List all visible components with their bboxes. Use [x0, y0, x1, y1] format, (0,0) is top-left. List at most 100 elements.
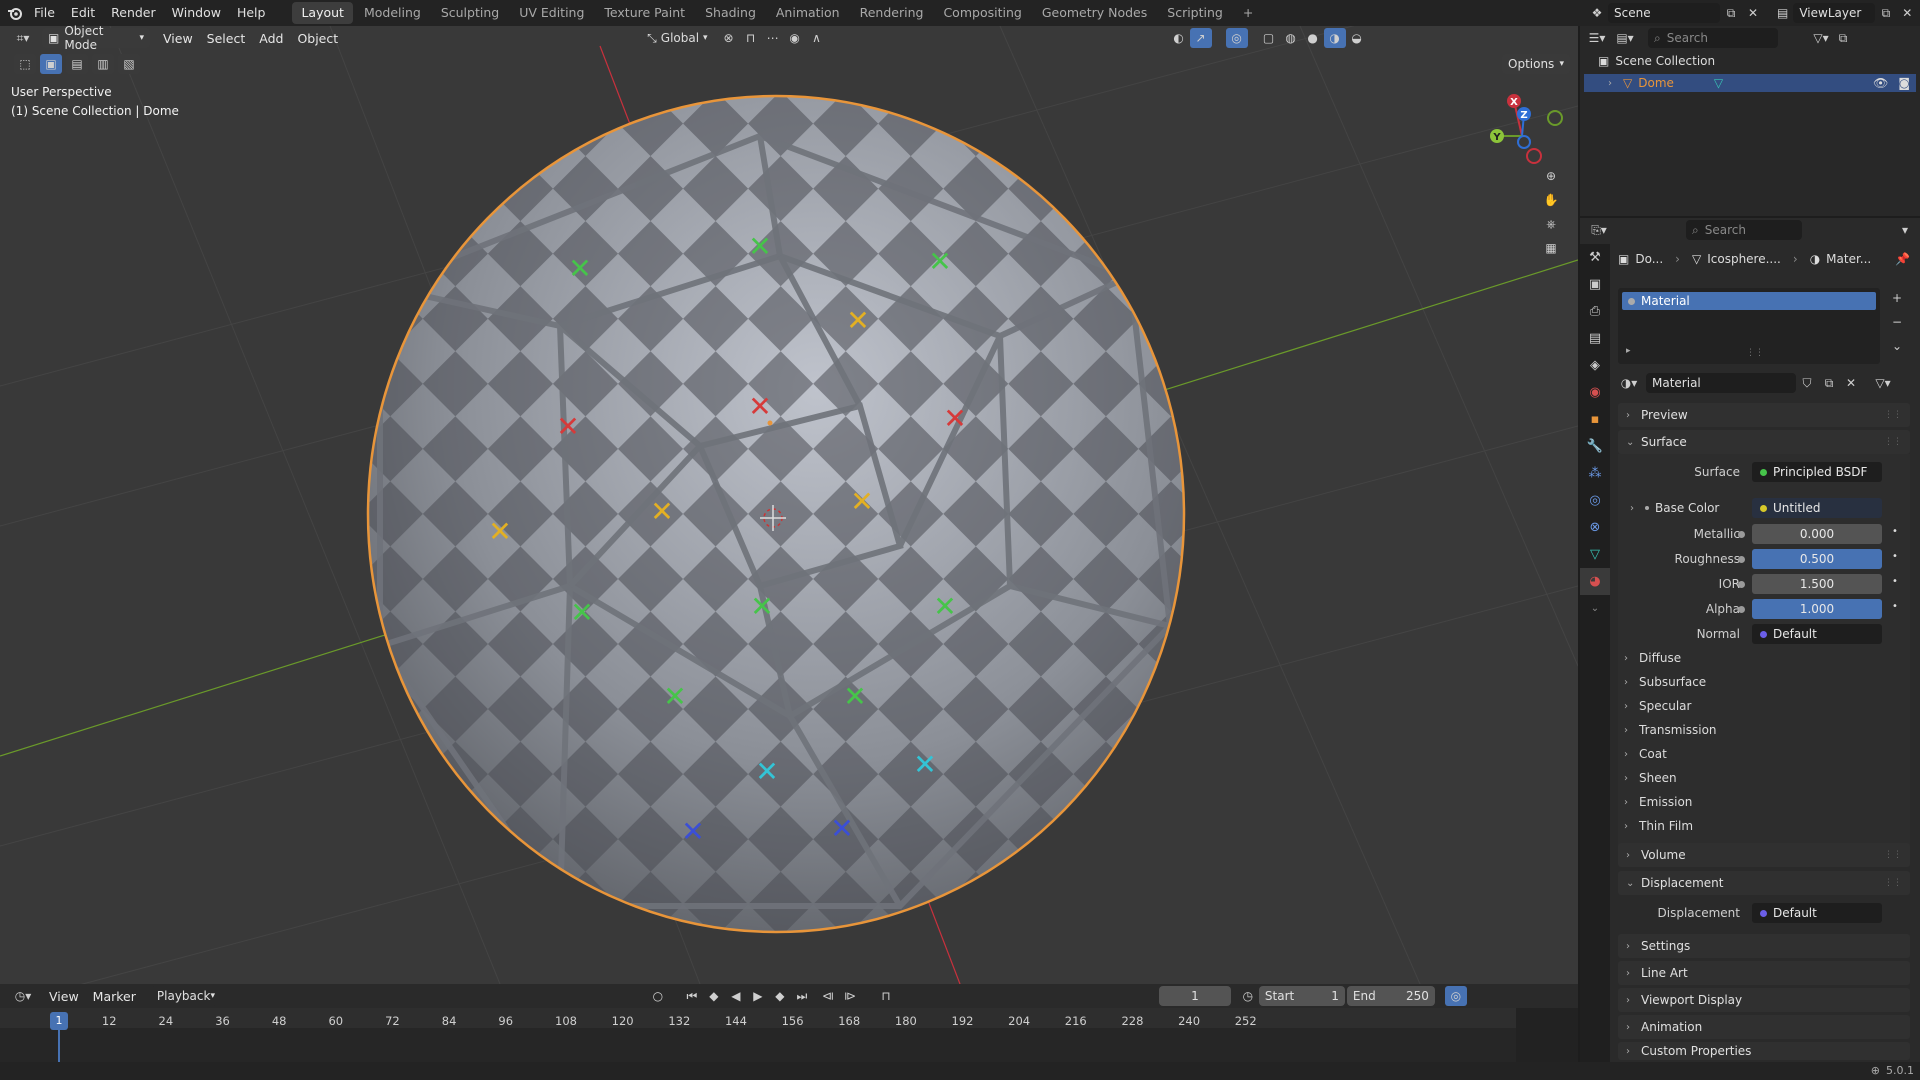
start-frame-field[interactable]: Start 1: [1258, 986, 1345, 1006]
camera-render-icon[interactable]: ◙: [1898, 76, 1910, 90]
view-layer-selector[interactable]: ▤ ViewLayer ⧉ ✕: [1772, 3, 1918, 23]
expand-triangle-icon[interactable]: ▸: [1626, 346, 1631, 356]
play-reverse-icon[interactable]: ◀: [725, 986, 747, 1006]
keyframe-dot-icon[interactable]: •: [1892, 551, 1898, 562]
tab-rendering[interactable]: Rendering: [851, 2, 933, 24]
keyframe-dot-icon[interactable]: •: [1892, 526, 1898, 537]
snap-icon[interactable]: ⊓: [740, 28, 762, 48]
subsection-subsurface[interactable]: › Subsurface: [1624, 671, 1706, 693]
add-slot-icon[interactable]: +: [1886, 288, 1908, 308]
select-invert-icon[interactable]: ▧: [118, 54, 140, 74]
tab-uv-editing[interactable]: UV Editing: [510, 2, 593, 24]
volume-panel-header[interactable]: › Volume ⋮⋮: [1618, 843, 1910, 867]
chevron-right-icon[interactable]: ›: [1630, 503, 1638, 514]
xray-icon[interactable]: ▢: [1258, 28, 1280, 48]
tab-geometry-nodes[interactable]: Geometry Nodes: [1033, 2, 1156, 24]
subsection-transmission[interactable]: › Transmission: [1624, 719, 1717, 741]
drag-handle-icon[interactable]: ⋮⋮: [1884, 410, 1902, 420]
select-subtract-icon[interactable]: ▥: [92, 54, 114, 74]
snapping-icon[interactable]: ⊓: [875, 986, 897, 1006]
keyframe-dot-icon[interactable]: •: [1892, 601, 1898, 612]
playback-dropdown[interactable]: Playback ▾: [150, 986, 217, 1006]
eye-icon[interactable]: 👁: [1873, 76, 1888, 90]
properties-search-input[interactable]: ⌕ Search: [1686, 220, 1802, 240]
displacement-field[interactable]: Default: [1752, 903, 1882, 923]
subsection-coat[interactable]: › Coat: [1624, 743, 1667, 765]
surface-panel-header[interactable]: ⌄ Surface ⋮⋮: [1618, 430, 1910, 454]
animation-panel-header[interactable]: › Animation: [1618, 1015, 1910, 1039]
menu-edit[interactable]: Edit: [63, 0, 103, 26]
param-slider[interactable]: 1.000: [1752, 599, 1882, 619]
menu-object[interactable]: Object: [290, 31, 345, 46]
modifier-tab-icon[interactable]: 🔧: [1580, 433, 1610, 460]
display-mode-icon[interactable]: ▤▾: [1614, 28, 1636, 48]
param-slider[interactable]: 0.500: [1752, 549, 1882, 569]
scene-selector[interactable]: ❖ Scene ⧉ ✕: [1586, 3, 1774, 23]
render-tab-icon[interactable]: ▣: [1580, 271, 1610, 298]
base-color-row[interactable]: › Base Color: [1630, 497, 1719, 519]
view-layer-field[interactable]: ViewLayer: [1793, 3, 1876, 23]
falloff-icon[interactable]: ∧: [806, 28, 828, 48]
scene-name-field[interactable]: Scene: [1608, 3, 1720, 23]
jump-end-icon[interactable]: ⏭: [791, 986, 813, 1006]
param-slider[interactable]: 1.500: [1752, 574, 1882, 594]
breadcrumb-material[interactable]: Mater...: [1826, 252, 1871, 266]
viewport-scene[interactable]: ✕ ✕ ✕ ✕ ✕ ✕ ✕ ✕ ✕ ✕ ✕ ✕ ✕ ✕ ✕ ✕ ✕ ✕ ✕ X …: [0, 26, 1578, 984]
tab-compositing[interactable]: Compositing: [934, 2, 1030, 24]
solid-shading-icon[interactable]: ●: [1302, 28, 1324, 48]
auto-keying-icon[interactable]: ○: [647, 986, 669, 1006]
wireframe-shading-icon[interactable]: ◍: [1280, 28, 1302, 48]
preview-panel-header[interactable]: › Preview ⋮⋮: [1618, 403, 1910, 427]
outliner[interactable]: ☰▾ ▤▾ ⌕ Search ▽▾ ⧉ ▣ Scene Collection ›…: [1580, 26, 1920, 216]
filter-icon[interactable]: ▽▾: [1810, 28, 1832, 48]
material-shading-icon[interactable]: ◑: [1323, 28, 1346, 48]
3d-viewport[interactable]: ✕ ✕ ✕ ✕ ✕ ✕ ✕ ✕ ✕ ✕ ✕ ✕ ✕ ✕ ✕ ✕ ✕ ✕ ✕ X …: [0, 26, 1578, 984]
outliner-search-input[interactable]: ⌕ Search: [1648, 28, 1778, 48]
rendered-shading-icon[interactable]: ◒: [1346, 28, 1368, 48]
timeline-editor-icon[interactable]: ◷▾: [12, 986, 34, 1006]
options-dropdown[interactable]: Options ▾: [1502, 54, 1570, 74]
gizmo-toggle-icon[interactable]: ↗: [1189, 28, 1212, 48]
subsection-emission[interactable]: › Emission: [1624, 791, 1692, 813]
drag-handle-icon[interactable]: ⋮⋮: [1884, 850, 1902, 860]
next-frame-icon[interactable]: ⧐: [839, 986, 861, 1006]
settings-panel-header[interactable]: › Settings: [1618, 934, 1910, 958]
pan-hand-icon[interactable]: ✋: [1540, 190, 1562, 210]
ortho-grid-icon[interactable]: ▦: [1540, 238, 1562, 258]
play-icon[interactable]: ▶: [747, 986, 769, 1006]
material-slot-item[interactable]: Material: [1622, 292, 1876, 310]
custom-properties-panel-header[interactable]: › Custom Properties: [1618, 1042, 1910, 1060]
end-frame-field[interactable]: End 250: [1346, 986, 1435, 1006]
pivot-icon[interactable]: ⊗: [718, 28, 740, 48]
blender-logo-icon[interactable]: [4, 3, 26, 23]
menu-help[interactable]: Help: [229, 0, 274, 26]
jump-start-icon[interactable]: ⏮: [681, 986, 703, 1006]
new-scene-icon[interactable]: ⧉: [1720, 3, 1742, 23]
prev-frame-icon[interactable]: ⧏: [817, 986, 839, 1006]
properties-editor-icon[interactable]: ⎘▾: [1588, 220, 1610, 240]
menu-render[interactable]: Render: [103, 0, 164, 26]
param-slider[interactable]: 0.000: [1752, 524, 1882, 544]
surface-shader-field[interactable]: Principled BSDF: [1752, 462, 1882, 482]
menu-window[interactable]: Window: [164, 0, 229, 26]
subsection-specular[interactable]: › Specular: [1624, 695, 1691, 717]
camera-view-icon[interactable]: ⎈: [1540, 214, 1562, 234]
slot-menu-icon[interactable]: ⌄: [1886, 336, 1908, 356]
overlay-toggle-icon[interactable]: ◎: [1225, 28, 1248, 48]
outliner-item-dome[interactable]: › ▽ Dome ▽ 👁 ◙: [1584, 74, 1916, 92]
menu-view[interactable]: View: [156, 31, 200, 46]
pin-icon[interactable]: 📌: [1895, 252, 1910, 266]
remove-slot-icon[interactable]: −: [1886, 312, 1908, 332]
keyframe-dot-icon[interactable]: •: [1892, 576, 1898, 587]
physics-tab-icon[interactable]: ◎: [1580, 487, 1610, 514]
tab-modeling[interactable]: Modeling: [355, 2, 430, 24]
output-tab-icon[interactable]: ⎙: [1580, 298, 1610, 325]
tab-shading[interactable]: Shading: [696, 2, 765, 24]
remove-scene-icon[interactable]: ✕: [1742, 3, 1764, 23]
snap-target-icon[interactable]: ⋯: [762, 28, 784, 48]
remove-view-layer-icon[interactable]: ✕: [1897, 3, 1918, 23]
scene-tab-icon[interactable]: ◈: [1580, 352, 1610, 379]
outliner-root[interactable]: ▣ Scene Collection: [1598, 54, 1715, 68]
view-layer-tab-icon[interactable]: ▤: [1580, 325, 1610, 352]
displacement-panel-header[interactable]: ⌄ Displacement ⋮⋮: [1618, 871, 1910, 895]
